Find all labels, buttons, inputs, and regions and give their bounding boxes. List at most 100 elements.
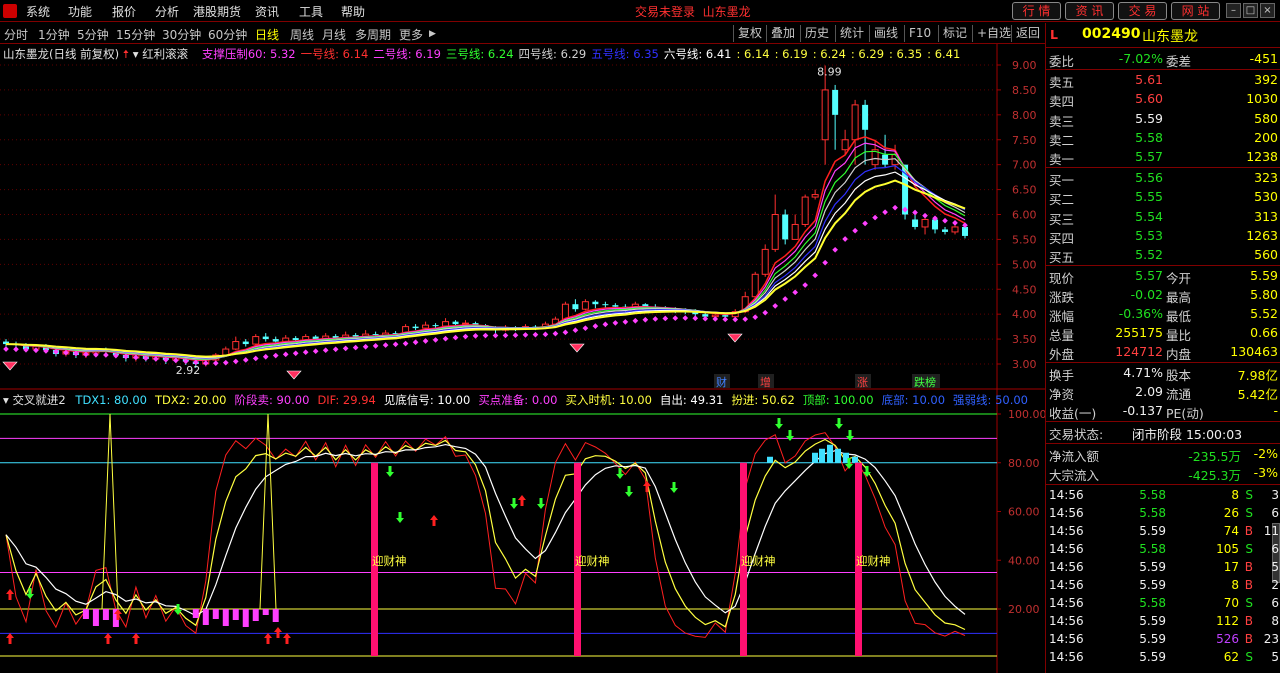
main-indicator-name[interactable]: 红利滚滚 <box>142 47 188 61</box>
order-level-label: 卖二 <box>1049 132 1075 148</box>
main-legend-item: 四号线: 6.29 <box>518 47 587 61</box>
tool-overlay[interactable]: 叠加 <box>766 25 795 42</box>
tool-back[interactable]: 返回 <box>1011 25 1040 42</box>
event-tag[interactable]: 财 <box>716 375 727 389</box>
quote-row: 涨幅 -0.36% 最低 5.52 <box>1046 305 1280 324</box>
period-monthly[interactable]: 月线 <box>322 26 346 43</box>
main-legend-item: 二号线: 6.19 <box>373 47 441 61</box>
tool-draw[interactable]: 画线 <box>869 25 898 42</box>
more-arrow-icon[interactable]: ▶ <box>429 29 436 39</box>
news-button[interactable]: 资 讯 <box>1065 2 1114 20</box>
period-weekly[interactable]: 周线 <box>290 26 314 43</box>
trade-button[interactable]: 交 易 <box>1118 2 1167 20</box>
chart-area[interactable]: 9.00 8.50 8.00 7.50 7.00 6.50 6.00 5.50 5.00 4.50… <box>0 44 1045 673</box>
period-60min[interactable]: 60分钟 <box>208 26 247 43</box>
tool-stats[interactable]: 统计 <box>835 25 864 42</box>
buy-order-row[interactable]: 买四 5.53 1263 <box>1046 227 1280 246</box>
sub-indicator-name[interactable]: 交叉就进2 <box>12 393 65 407</box>
sell-order-row[interactable]: 卖五 5.61 392 <box>1046 71 1280 90</box>
tool-f10[interactable]: F10 <box>904 25 931 42</box>
buy-order-row[interactable]: 买五 5.52 560 <box>1046 246 1280 265</box>
menu-system[interactable]: 系统 <box>26 3 50 20</box>
support-dot <box>782 296 789 302</box>
up-arrow-icon <box>6 633 14 644</box>
fund-value: 5.42亿 <box>1237 387 1278 402</box>
support-dot <box>662 315 669 322</box>
event-tag[interactable]: 增 <box>760 375 771 389</box>
tick-side: B <box>1244 632 1253 646</box>
tool-adjust[interactable]: 复权 <box>733 25 762 42</box>
support-dot <box>702 315 709 322</box>
buy-order-row[interactable]: 买一 5.56 323 <box>1046 169 1280 188</box>
sell-order-row[interactable]: 卖三 5.59 580 <box>1046 110 1280 129</box>
signal-label: 迎财神 <box>575 554 610 568</box>
quote-value: -0.02 <box>1130 287 1163 302</box>
candle <box>232 336 240 351</box>
up-arrow-icon <box>274 627 282 638</box>
candle <box>832 84 839 150</box>
bottom-bar <box>232 609 239 620</box>
tick-row: 14:56 5.59 62 S 5 <box>1046 649 1280 667</box>
tool-add-watchlist[interactable]: +自选 <box>972 25 1011 42</box>
menu-tools[interactable]: 工具 <box>299 3 323 20</box>
stock-code: 002490 <box>1082 26 1141 42</box>
period-15min[interactable]: 15分钟 <box>116 26 155 43</box>
collapse-sub-icon[interactable]: ▾ <box>3 393 9 407</box>
support-dot <box>532 331 539 338</box>
flow-row: 净流入额 -235.5万 -2% <box>1046 445 1280 464</box>
sell-order-row[interactable]: 卖一 5.57 1238 <box>1046 148 1280 167</box>
event-tag[interactable]: 跌榜 <box>914 375 936 389</box>
tool-mark[interactable]: 标记 <box>938 25 967 42</box>
period-tick[interactable]: 分时 <box>4 26 28 43</box>
maximize-icon[interactable]: □ <box>1243 3 1258 18</box>
menu-function[interactable]: 功能 <box>68 3 92 20</box>
diamond-signal-icon <box>569 343 585 353</box>
support-dot <box>452 334 459 341</box>
up-arrow-icon <box>283 633 291 644</box>
buy-order-row[interactable]: 买三 5.54 313 <box>1046 208 1280 227</box>
sub-legend-item: 顶部: 100.00 <box>802 393 874 407</box>
candle <box>761 244 769 277</box>
tick-row: 14:56 5.59 8 B 2 <box>1046 577 1280 595</box>
order-volume: 200 <box>1254 129 1278 145</box>
menu-analysis[interactable]: 分析 <box>155 3 179 20</box>
menu-hk-futures[interactable]: 港股期货 <box>193 3 241 20</box>
period-more[interactable]: 更多 <box>399 26 423 43</box>
up-arrow-icon <box>430 515 438 526</box>
kline-chart[interactable]: 9.00 8.50 8.00 7.50 7.00 6.50 6.00 5.50 5.00 4.50… <box>0 44 1045 673</box>
tick-volume: 17 <box>1223 560 1239 574</box>
spike-line <box>101 413 119 610</box>
sell-order-row[interactable]: 卖四 5.60 1030 <box>1046 90 1280 109</box>
tick-time: 14:56 <box>1049 524 1084 538</box>
menu-info[interactable]: 资讯 <box>255 3 279 20</box>
top-bar <box>819 448 825 463</box>
order-level-label: 买四 <box>1049 230 1075 246</box>
order-price: 5.56 <box>1135 170 1163 185</box>
tool-history[interactable]: 历史 <box>800 25 829 42</box>
close-icon[interactable]: × <box>1260 3 1275 18</box>
login-status[interactable]: 交易未登录 山东墨龙 <box>635 3 751 20</box>
collapse-icon[interactable]: ▾ <box>133 47 139 61</box>
low-label: 2.92 <box>176 364 201 377</box>
minimize-icon[interactable]: – <box>1226 3 1241 18</box>
period-30min[interactable]: 30分钟 <box>162 26 201 43</box>
support-dot <box>592 323 599 329</box>
website-button[interactable]: 网 站 <box>1171 2 1220 20</box>
period-multi[interactable]: 多周期 <box>355 26 391 43</box>
main-legend-item: : 6.29 <box>850 47 885 61</box>
support-dot <box>772 303 779 309</box>
event-tag[interactable]: 涨 <box>857 376 868 389</box>
support-dot <box>482 332 489 339</box>
tick-count: 6 <box>1271 542 1279 556</box>
main-legend-item: : 6.41 <box>927 47 961 61</box>
price-axis-label: 6.50 <box>1012 184 1037 197</box>
buy-order-row[interactable]: 买二 5.55 530 <box>1046 188 1280 207</box>
market-button[interactable]: 行 情 <box>1012 2 1061 20</box>
menu-quote[interactable]: 报价 <box>112 3 136 20</box>
quote-value: 5.57 <box>1135 268 1163 283</box>
period-5min[interactable]: 5分钟 <box>77 26 109 43</box>
menu-help[interactable]: 帮助 <box>341 3 365 20</box>
period-daily[interactable]: 日线 <box>255 26 279 43</box>
period-1min[interactable]: 1分钟 <box>38 26 70 43</box>
sell-order-row[interactable]: 卖二 5.58 200 <box>1046 129 1280 148</box>
